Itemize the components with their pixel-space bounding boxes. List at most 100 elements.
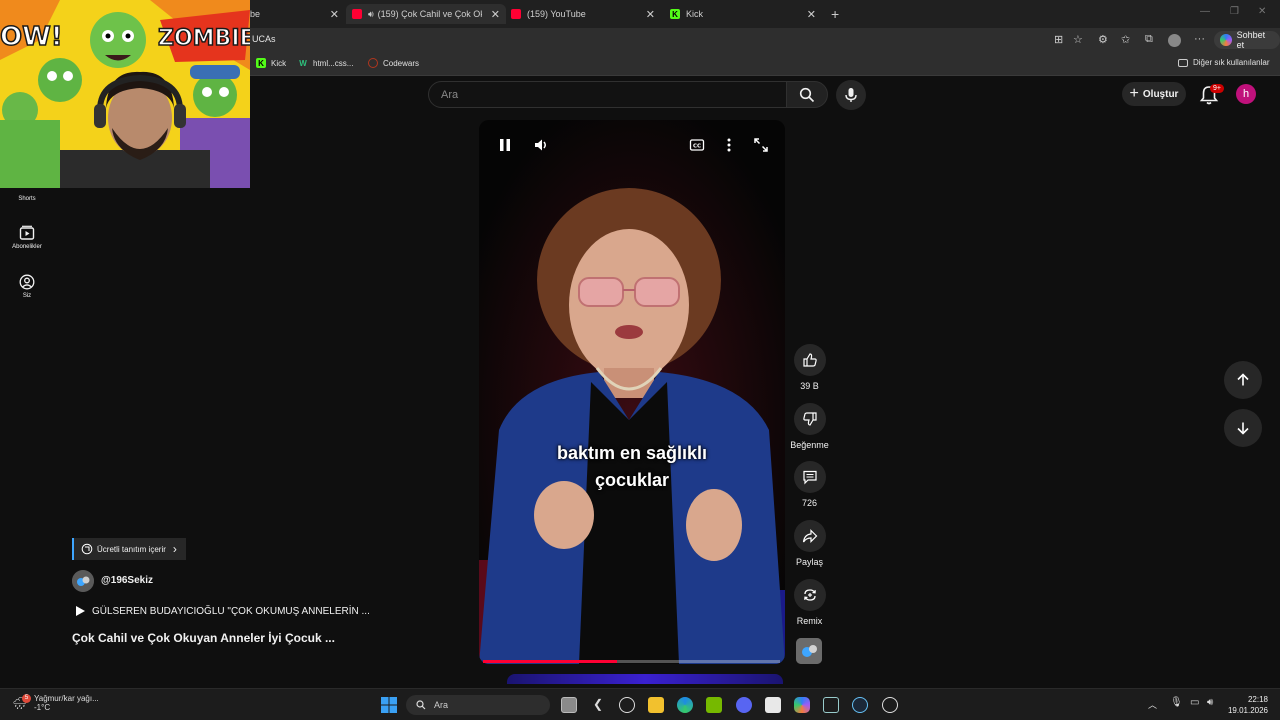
short-video-player[interactable]	[479, 120, 785, 664]
pause-icon[interactable]	[498, 137, 512, 153]
weather-badge: 5	[22, 694, 31, 703]
fullscreen-icon[interactable]	[753, 137, 769, 153]
close-icon[interactable]: ✕	[330, 8, 339, 21]
search-input[interactable]: Ara	[428, 81, 787, 108]
speaker-icon: 🔊︎	[368, 8, 374, 19]
search-icon	[799, 87, 815, 102]
nvidia-icon[interactable]	[706, 697, 722, 713]
favorite-codewars[interactable]: Codewars	[368, 58, 419, 68]
close-icon[interactable]: ✕	[807, 8, 816, 21]
search-button[interactable]	[786, 81, 828, 108]
taskbar-search[interactable]: Ara	[406, 695, 550, 715]
captions-icon[interactable]: CC	[689, 137, 705, 153]
tab-label: be	[250, 9, 261, 19]
chevron-app-icon[interactable]: ❮	[590, 697, 606, 713]
favorite-html-css[interactable]: W html...css...	[298, 58, 353, 68]
short-title[interactable]: Çok Cahil ve Çok Okuyan Anneler İyi Çocu…	[72, 631, 335, 645]
discord-icon[interactable]	[736, 697, 752, 713]
url-field[interactable]: UCAs	[252, 34, 276, 44]
sidebar-item-label: Siz	[22, 293, 32, 299]
share-button[interactable]: Paylaş	[793, 520, 826, 567]
app-available-icon[interactable]: ⊞	[1054, 33, 1063, 46]
collections-icon[interactable]: ⧉	[1145, 33, 1153, 46]
task-view-icon[interactable]	[561, 697, 577, 713]
more-options-icon[interactable]	[721, 137, 737, 153]
sound-thumbnail[interactable]	[796, 638, 822, 664]
new-tab-button[interactable]: +	[831, 4, 839, 24]
sidebar-item-shorts[interactable]: Shorts	[4, 196, 50, 202]
close-icon[interactable]: ✕	[646, 8, 655, 21]
arrow-up-icon	[1237, 373, 1249, 386]
mic-icon	[845, 88, 857, 102]
video-frame	[479, 120, 785, 664]
sidebar-item-you[interactable]: Siz	[4, 274, 50, 299]
tab-youtube[interactable]: (159) YouTube ✕	[511, 4, 661, 24]
tab-kick[interactable]: K Kick ✕	[670, 4, 822, 24]
obs-icon[interactable]	[882, 697, 898, 713]
close-window-icon[interactable]: ✕	[1258, 6, 1266, 17]
copilot-app-icon[interactable]	[794, 697, 810, 713]
favorites-icon[interactable]: ✩	[1121, 33, 1130, 46]
sohbet-button[interactable]: Sohbet et	[1214, 30, 1280, 50]
network-app-icon[interactable]	[823, 697, 839, 713]
clock[interactable]: 22:18 19.01.2026	[1226, 694, 1268, 716]
song-title: GÜLSEREN BUDAYICIOĞLU "ÇOK OKUMUŞ ANNELE…	[92, 605, 370, 617]
maximize-icon[interactable]: ❐	[1230, 6, 1239, 17]
tab-label: (159) Çok Cahil ve Çok Okuyan Anneler İy…	[377, 9, 482, 19]
sidebar-item-subscriptions[interactable]: Abonelikler	[4, 225, 50, 250]
favorite-star-icon[interactable]: ☆	[1073, 33, 1083, 46]
caption-line: çocuklar	[594, 470, 670, 490]
music-link[interactable]: GÜLSEREN BUDAYICIOĞLU "ÇOK OKUMUŞ ANNELE…	[74, 605, 370, 617]
remix-button[interactable]: Remix	[793, 579, 826, 626]
next-short-button[interactable]	[1224, 409, 1262, 447]
close-icon[interactable]: ✕	[491, 8, 500, 21]
dislike-button[interactable]: Beğenme	[790, 403, 829, 450]
thumbs-down-icon	[802, 412, 817, 426]
weather-condition: Yağmur/kar yağı...	[34, 694, 99, 703]
you-icon	[19, 274, 35, 290]
share-icon	[802, 529, 817, 543]
chevron-right-icon: ›	[172, 542, 177, 556]
copilot-icon	[1220, 34, 1232, 46]
microphone-tray-icon[interactable]: 🎙︎	[1170, 697, 1183, 708]
windows-start-icon[interactable]	[381, 697, 397, 713]
like-button[interactable]: 39 B	[793, 344, 826, 391]
minimize-icon[interactable]: —	[1200, 6, 1210, 17]
sidebar-item-label: Shorts	[18, 196, 36, 202]
channel-avatar-image	[72, 570, 94, 592]
favorite-kick[interactable]: K Kick	[256, 58, 286, 68]
weather-widget[interactable]: 🌧︎ 5 Yağmur/kar yağı... -1°C	[12, 694, 99, 712]
comic-text-right: ZOMBIE!	[157, 25, 250, 52]
channel-name[interactable]: @196Sekiz	[101, 575, 153, 586]
file-explorer-icon[interactable]	[648, 697, 664, 713]
arrow-down-icon	[1237, 422, 1249, 435]
voice-search-button[interactable]	[836, 80, 866, 110]
account-avatar[interactable]: h	[1236, 84, 1256, 104]
plus-icon: +	[1129, 85, 1139, 102]
other-favorites[interactable]: Diğer sık kullanılanlar	[1178, 58, 1269, 67]
tab-current-short[interactable]: 🔊︎ (159) Çok Cahil ve Çok Okuyan Anneler…	[346, 4, 506, 24]
more-options-icon[interactable]: ···	[1194, 33, 1205, 45]
network-tray-icon[interactable]: ▭	[1190, 697, 1199, 708]
extensions-icon[interactable]: ⚙	[1098, 33, 1108, 46]
comments-button[interactable]: 726	[793, 461, 826, 508]
create-button[interactable]: + Oluştur	[1122, 82, 1186, 106]
steam-icon[interactable]	[852, 697, 868, 713]
paid-promotion-badge[interactable]: Ücretli tanıtım içerir ›	[72, 538, 186, 560]
next-short-preview[interactable]	[507, 674, 783, 684]
chevron-up-icon[interactable]: ︿	[1148, 698, 1157, 711]
profile-icon[interactable]	[1168, 34, 1181, 47]
previous-short-button[interactable]	[1224, 361, 1262, 399]
tab-first[interactable]: be ✕	[250, 4, 345, 24]
edge-icon[interactable]	[677, 697, 693, 713]
like-count: 39 B	[800, 381, 819, 391]
volume-icon[interactable]	[533, 137, 549, 153]
search-placeholder: Ara	[441, 89, 459, 101]
svg-text:CC: CC	[693, 144, 701, 150]
share-label: Paylaş	[795, 557, 823, 567]
channel-avatar[interactable]	[72, 570, 94, 592]
tab-label: (159) YouTube	[527, 9, 586, 19]
chatgpt-icon[interactable]	[619, 697, 635, 713]
speaker-tray-icon[interactable]: 🔊︎	[1207, 697, 1213, 708]
notepad-icon[interactable]	[765, 697, 781, 713]
